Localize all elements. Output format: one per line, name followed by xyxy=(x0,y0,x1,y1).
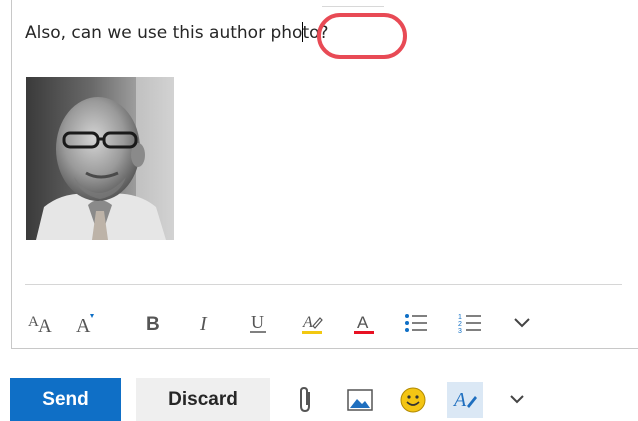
italic-icon[interactable]: I xyxy=(189,306,223,340)
bullets-icon[interactable] xyxy=(399,306,433,340)
svg-text:A: A xyxy=(357,313,369,332)
compose-action-bar: Send Discard A xyxy=(0,360,638,421)
message-text-after-caret: to? xyxy=(302,23,329,43)
svg-text:A: A xyxy=(38,316,52,335)
format-toolbar: A A A B I U A A 1 2 3 xyxy=(25,300,625,344)
compose-border-left xyxy=(11,0,12,348)
format-text-icon[interactable]: A xyxy=(447,382,483,418)
format-toolbar-divider xyxy=(25,284,622,285)
svg-text:U: U xyxy=(251,312,264,332)
highlight-icon[interactable]: A xyxy=(295,306,329,340)
grow-font-icon[interactable]: A xyxy=(69,306,103,340)
send-button[interactable]: Send xyxy=(10,378,121,421)
annotation-callout-circle xyxy=(317,13,407,59)
bold-icon[interactable]: B xyxy=(137,306,171,340)
emoji-icon[interactable] xyxy=(395,382,431,418)
text-selection-mark xyxy=(322,6,384,7)
svg-text:2: 2 xyxy=(458,321,462,328)
author-photo-image xyxy=(26,77,174,240)
more-options-chevron-icon[interactable] xyxy=(505,306,539,340)
svg-text:I: I xyxy=(199,313,208,335)
numbering-icon[interactable]: 1 2 3 xyxy=(453,306,487,340)
chevron-down-icon[interactable] xyxy=(499,382,535,418)
svg-text:A: A xyxy=(302,314,313,331)
font-color-icon[interactable]: A xyxy=(347,306,381,340)
svg-text:A: A xyxy=(452,389,467,411)
message-body-text[interactable]: Also, can we use this author photo? xyxy=(25,22,329,43)
message-text-before-caret: Also, can we use this author pho xyxy=(25,23,303,43)
svg-text:A: A xyxy=(76,315,91,336)
paperclip-icon[interactable] xyxy=(288,382,324,418)
compose-area[interactable]: Also, can we use this author photo? A A … xyxy=(0,0,638,352)
svg-text:3: 3 xyxy=(458,328,462,335)
svg-text:1: 1 xyxy=(458,314,462,321)
compose-border-bottom xyxy=(11,348,638,349)
font-size-icon[interactable]: A A xyxy=(25,306,59,340)
underline-icon[interactable]: U xyxy=(241,306,275,340)
discard-button[interactable]: Discard xyxy=(136,378,270,421)
svg-text:B: B xyxy=(146,314,160,335)
author-photo[interactable] xyxy=(26,77,174,240)
picture-icon[interactable] xyxy=(342,382,378,418)
